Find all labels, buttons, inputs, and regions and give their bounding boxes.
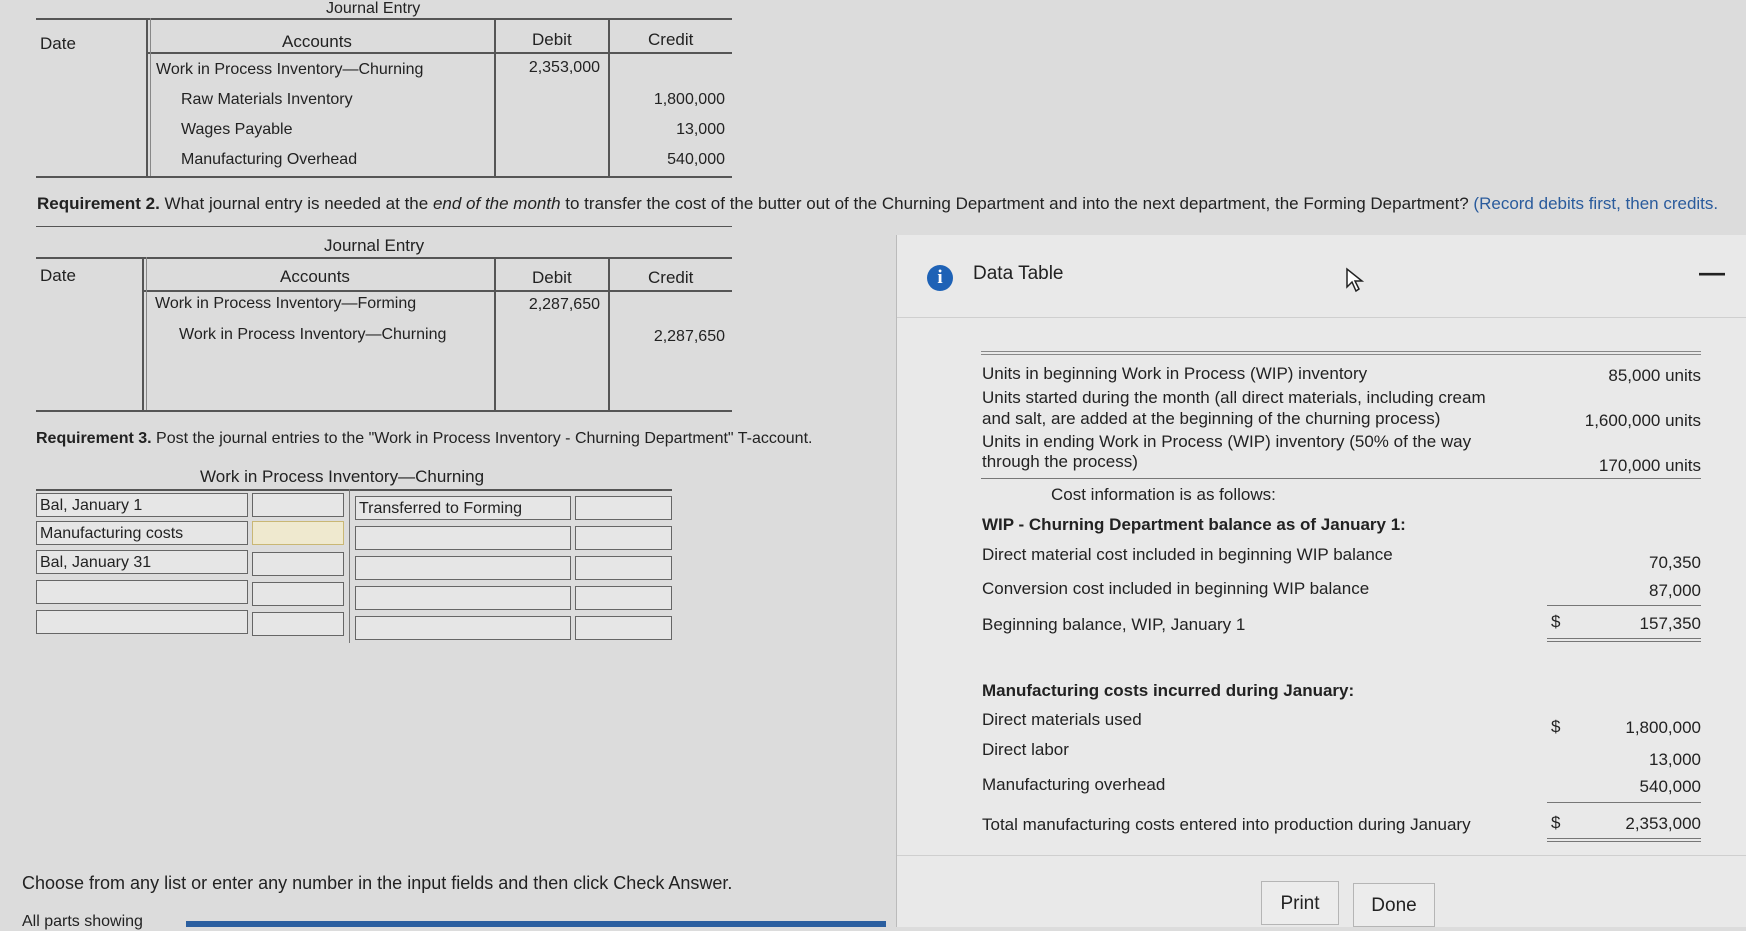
requirement-2-text: to transfer the cost of the butter out o… <box>565 194 1469 213</box>
mfg-row-value: 13,000 <box>1649 750 1701 769</box>
cost-info-text: Cost information is as follows: <box>1051 485 1276 504</box>
minimize-icon[interactable]: — <box>1699 257 1725 288</box>
journal-row-credit[interactable]: 2,287,650 <box>612 328 725 346</box>
wip-row-value: 87,000 <box>1649 581 1701 600</box>
mfg-row-value: 540,000 <box>1639 777 1701 796</box>
t-account-left-label[interactable]: Bal, January 1 <box>36 493 248 517</box>
t-account-left-label[interactable]: Manufacturing costs <box>36 521 248 545</box>
debit-header: Debit <box>532 30 572 49</box>
data-table-dialog: i Data Table — Units in beginning Work i… <box>896 235 1746 927</box>
currency-symbol: $ <box>1551 813 1561 832</box>
wip-row-label: Conversion cost included in beginning WI… <box>982 579 1370 598</box>
mfg-row-label: Manufacturing overhead <box>982 775 1166 794</box>
footer-instruction: Choose from any list or enter any number… <box>22 873 733 893</box>
t-account-title: Work in Process Inventory—Churning <box>200 467 485 486</box>
journal-entry-title: Journal Entry <box>324 236 425 255</box>
t-account-right-label[interactable] <box>355 526 571 550</box>
mfg-row-label: Total manufacturing costs entered into p… <box>982 815 1471 834</box>
journal-row-account[interactable]: Work in Process Inventory—Churning <box>179 326 446 344</box>
t-account-left-label[interactable]: Bal, January 31 <box>36 550 248 574</box>
requirement-2: Requirement 2. What journal entry is nee… <box>37 194 1718 214</box>
print-button[interactable]: Print <box>1261 881 1339 925</box>
credit-header: Credit <box>648 30 694 49</box>
t-account-right-label[interactable] <box>355 616 571 640</box>
wip-header: WIP - Churning Department balance as of … <box>982 515 1406 534</box>
units-value: 85,000 units <box>1608 366 1701 385</box>
t-account-right-amount[interactable] <box>575 586 672 610</box>
journal-row-account[interactable]: Work in Process Inventory—Forming <box>155 295 416 313</box>
accounts-header: Accounts <box>282 32 352 51</box>
units-value: 1,600,000 units <box>1584 411 1701 430</box>
t-account-right-amount[interactable] <box>575 616 672 640</box>
wip-row-label: Direct material cost included in beginni… <box>982 545 1393 564</box>
journal-row-account[interactable]: Raw Materials Inventory <box>181 91 353 109</box>
date-header: Date <box>40 266 76 285</box>
t-account-right-amount[interactable] <box>575 526 672 550</box>
units-label: Units in beginning Work in Process (WIP)… <box>982 364 1368 383</box>
t-account-right-label[interactable] <box>355 586 571 610</box>
requirement-3-text: Post the journal entries to the "Work in… <box>156 430 813 447</box>
t-account-left-amount[interactable] <box>252 612 344 636</box>
credit-header: Credit <box>648 268 694 287</box>
mouse-cursor-icon <box>1346 267 1365 293</box>
requirement-2-text: What journal entry is needed at the <box>164 194 429 213</box>
mfg-row-label: Direct materials used <box>982 710 1142 729</box>
requirement-2-hint: (Record debits first, then credits. <box>1473 194 1719 213</box>
t-account-left-amount[interactable] <box>252 521 344 545</box>
mfg-header: Manufacturing costs incurred during Janu… <box>982 681 1355 700</box>
dialog-title: Data Table <box>973 263 1064 284</box>
requirement-2-label: Requirement 2. <box>37 194 160 213</box>
requirement-2-italic: end of the month <box>432 194 561 213</box>
info-icon: i <box>927 265 953 291</box>
t-account-left-amount[interactable] <box>252 582 344 606</box>
t-account-left-amount[interactable] <box>252 552 344 576</box>
wip-row-value: 157,350 <box>1639 614 1701 633</box>
t-account-right-amount[interactable] <box>575 556 672 580</box>
mfg-row-label: Direct labor <box>982 740 1069 759</box>
journal-row-credit[interactable]: 1,800,000 <box>612 91 725 109</box>
journal-row-account[interactable]: Wages Payable <box>181 121 292 139</box>
units-label: Units started during the month (all dire… <box>982 388 1486 428</box>
journal-row-debit[interactable]: 2,353,000 <box>496 59 600 77</box>
t-account-left-label[interactable] <box>36 580 248 604</box>
wip-row-label: Beginning balance, WIP, January 1 <box>982 615 1246 634</box>
units-label: Units in ending Work in Process (WIP) in… <box>982 432 1472 471</box>
footer-cut-text: All parts showing <box>22 913 143 930</box>
date-header: Date <box>40 34 76 53</box>
units-value: 170,000 units <box>1598 456 1701 475</box>
accounts-header: Accounts <box>280 267 350 286</box>
journal-row-account[interactable]: Manufacturing Overhead <box>181 151 357 169</box>
currency-symbol: $ <box>1551 717 1561 736</box>
t-account-left-label[interactable] <box>36 610 248 634</box>
t-account-right-amount[interactable] <box>575 496 672 520</box>
progress-bar <box>186 921 886 927</box>
requirement-3: Requirement 3. Post the journal entries … <box>36 430 812 448</box>
journal-row-credit[interactable]: 13,000 <box>612 121 725 139</box>
journal-row-credit[interactable]: 540,000 <box>612 151 725 169</box>
done-button[interactable]: Done <box>1353 883 1435 927</box>
journal-row-debit[interactable]: 2,287,650 <box>496 296 600 314</box>
t-account-right-label[interactable] <box>355 556 571 580</box>
wip-row-value: 70,350 <box>1649 553 1701 572</box>
mfg-row-value: 1,800,000 <box>1625 718 1701 737</box>
journal-entry-title: Journal Entry <box>326 0 421 17</box>
t-account-left-amount[interactable] <box>252 493 344 517</box>
journal-row-account[interactable]: Work in Process Inventory—Churning <box>156 61 423 79</box>
mfg-row-value: 2,353,000 <box>1625 814 1701 833</box>
t-account-right-label[interactable]: Transferred to Forming <box>355 496 571 520</box>
requirement-3-label: Requirement 3. <box>36 430 152 447</box>
debit-header: Debit <box>532 268 572 287</box>
currency-symbol: $ <box>1551 612 1561 631</box>
